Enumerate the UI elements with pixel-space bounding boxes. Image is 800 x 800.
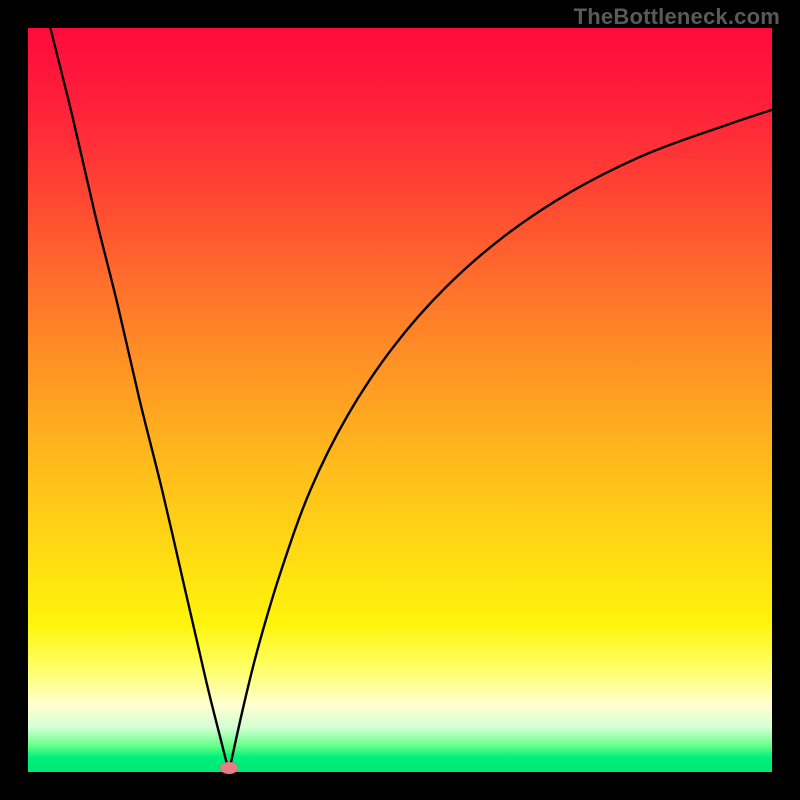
curve-left-branch [50, 28, 229, 772]
watermark-text: TheBottleneck.com [574, 4, 780, 30]
curve-right-branch [229, 110, 772, 772]
plot-gradient-area [28, 28, 772, 772]
optimal-point-marker [220, 762, 238, 774]
chart-frame: TheBottleneck.com [0, 0, 800, 800]
bottleneck-curve [28, 28, 772, 772]
